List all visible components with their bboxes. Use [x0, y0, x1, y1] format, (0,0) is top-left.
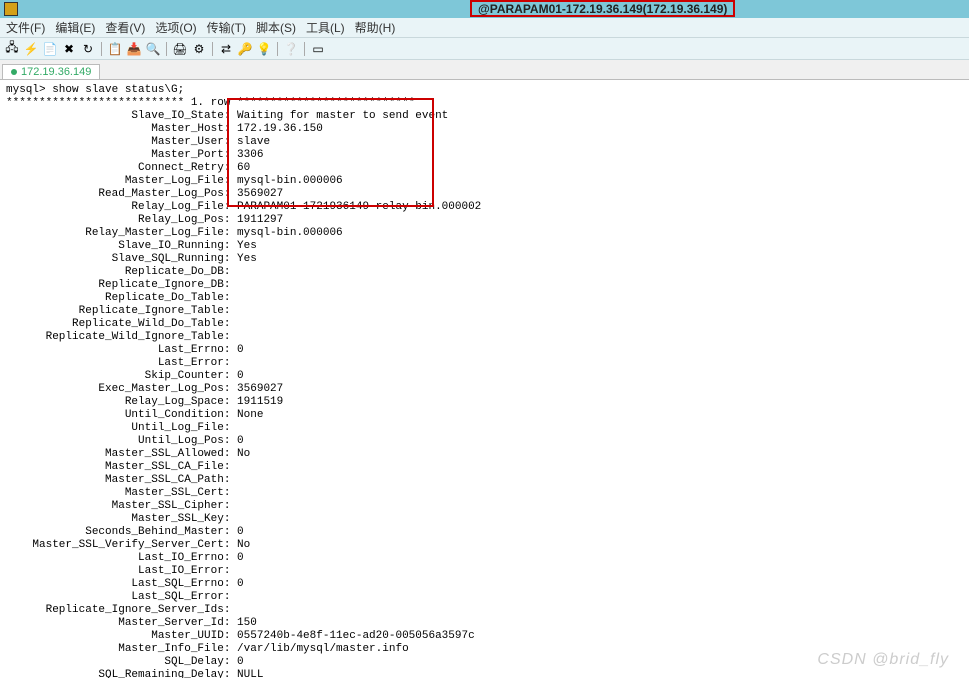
title-bar: @PARAPAM01-172.19.36.149(172.19.36.149)	[0, 0, 969, 18]
tab-status-icon	[11, 69, 17, 75]
quick-connect-icon[interactable]: ⚡	[23, 41, 39, 57]
terminal-output[interactable]: mysql> show slave status\G; ************…	[0, 80, 969, 678]
session-icon[interactable]: 📄	[42, 41, 58, 57]
menu-help[interactable]: 帮助(H)	[355, 19, 396, 36]
toolbar: 🖧 ⚡ 📄 ✖ ↻ 📋 📥 🔍 🖨 ⚙ ⇄ 🔑 💡 ❔ ▭	[0, 38, 969, 60]
menu-tools[interactable]: 工具(L)	[306, 19, 345, 36]
separator	[101, 42, 102, 56]
separator	[166, 42, 167, 56]
menu-bar: 文件(F) 编辑(E) 查看(V) 选项(O) 传输(T) 脚本(S) 工具(L…	[0, 18, 969, 38]
separator	[277, 42, 278, 56]
title-host-label: @PARAPAM01-172.19.36.149(172.19.36.149)	[470, 0, 735, 17]
reconnect-icon[interactable]: ↻	[80, 41, 96, 57]
connect-icon[interactable]: 🖧	[4, 41, 20, 57]
transfer-icon[interactable]: ⇄	[218, 41, 234, 57]
key-icon[interactable]: 🔑	[237, 41, 253, 57]
print-icon[interactable]: 🖨	[172, 41, 188, 57]
tab-label: 172.19.36.149	[21, 66, 91, 78]
paste-icon[interactable]: 📥	[126, 41, 142, 57]
tab-session-1[interactable]: 172.19.36.149	[2, 64, 100, 79]
help-icon[interactable]: ❔	[283, 41, 299, 57]
menu-view[interactable]: 查看(V)	[105, 19, 145, 36]
menu-options[interactable]: 选项(O)	[155, 19, 196, 36]
app-icon	[4, 2, 18, 16]
options-icon[interactable]: ⚙	[191, 41, 207, 57]
menu-edit[interactable]: 编辑(E)	[55, 19, 95, 36]
menu-script[interactable]: 脚本(S)	[256, 19, 296, 36]
menu-file[interactable]: 文件(F)	[6, 19, 45, 36]
tip-icon[interactable]: 💡	[256, 41, 272, 57]
separator	[304, 42, 305, 56]
disconnect-icon[interactable]: ✖	[61, 41, 77, 57]
copy-icon[interactable]: 📋	[107, 41, 123, 57]
window-icon[interactable]: ▭	[310, 41, 326, 57]
separator	[212, 42, 213, 56]
menu-transfer[interactable]: 传输(T)	[207, 19, 246, 36]
find-icon[interactable]: 🔍	[145, 41, 161, 57]
tab-bar: 172.19.36.149	[0, 60, 969, 80]
